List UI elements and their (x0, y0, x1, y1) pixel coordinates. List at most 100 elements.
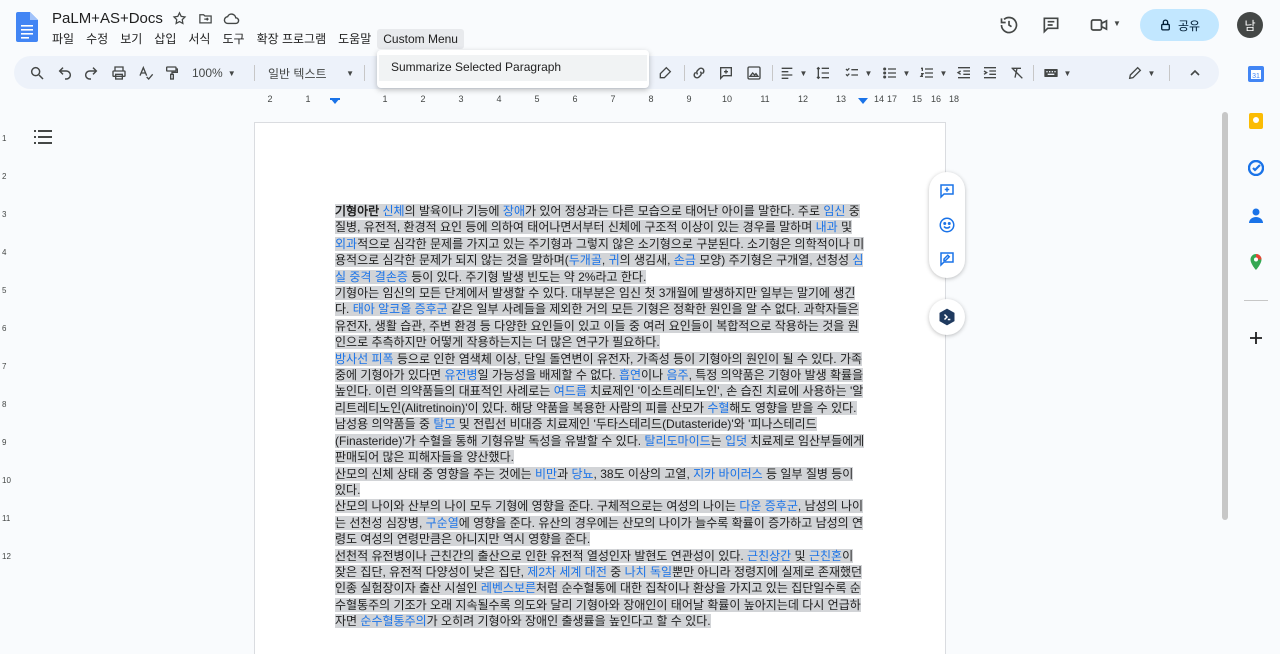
maps-icon[interactable] (1248, 254, 1264, 270)
move-folder-icon[interactable] (197, 9, 215, 27)
star-icon[interactable] (171, 9, 189, 27)
right-indent-marker-icon[interactable] (858, 98, 868, 106)
hide-menus-icon[interactable] (1186, 63, 1204, 83)
horizontal-ruler[interactable]: 2 1 1 2 3 4 5 6 7 8 9 10 11 12 13 14 15 … (14, 92, 1219, 108)
comments-icon[interactable] (1041, 15, 1061, 35)
selected-text[interactable]: 기형아란 신체의 발육이나 기능에 장애가 있어 정상과는 다른 모습으로 태어… (335, 204, 865, 284)
numbered-list-select[interactable]: ▼ (918, 63, 948, 83)
spellcheck-icon[interactable] (137, 63, 155, 83)
hyperlink[interactable]: 탈리도마이드 (644, 434, 710, 448)
paragraph[interactable]: 방사선 피폭 등으로 인한 염색체 이상, 단일 돌연변이 유전자, 가족성 등… (335, 351, 865, 466)
menu-extensions[interactable]: 확장 프로그램 (251, 29, 333, 49)
paint-format-icon[interactable] (163, 63, 181, 83)
hyperlink[interactable]: 임신 (823, 204, 845, 218)
hyperlink[interactable]: 나치 독일 (625, 565, 673, 579)
menu-edit[interactable]: 수정 (80, 29, 114, 49)
hyperlink[interactable]: 근친혼 (809, 549, 842, 563)
document-page[interactable]: 기형아란 신체의 발육이나 기능에 장애가 있어 정상과는 다른 모습으로 태어… (254, 122, 946, 654)
menu-help[interactable]: 도움말 (332, 29, 377, 49)
menu-view[interactable]: 보기 (114, 29, 148, 49)
hyperlink[interactable]: 당뇨 (571, 467, 593, 481)
contacts-icon[interactable] (1248, 207, 1264, 223)
left-indent-marker-icon[interactable] (330, 98, 340, 106)
selected-text[interactable]: 방사선 피폭 등으로 인한 염색체 이상, 단일 돌연변이 유전자, 가족성 등… (335, 351, 865, 465)
hyperlink[interactable]: 순수혈통주의 (360, 614, 426, 628)
avatar[interactable]: 남 (1237, 12, 1263, 38)
hyperlink[interactable]: 탈모 (433, 417, 455, 431)
meet-icon[interactable] (1088, 15, 1110, 35)
get-addons-icon[interactable] (1248, 330, 1264, 346)
hyperlink[interactable]: 입덧 (725, 434, 747, 448)
editing-mode-select[interactable]: ▼ (1126, 63, 1156, 83)
share-button[interactable]: 공유 (1140, 9, 1219, 41)
add-comment-icon[interactable] (938, 182, 956, 200)
document-title[interactable]: PaLM+AS+Docs (52, 10, 163, 27)
menu-format[interactable]: 서식 (182, 29, 216, 49)
highlight-color-icon[interactable] (656, 63, 674, 83)
hyperlink[interactable]: 수혈 (707, 401, 729, 415)
suggest-edits-icon[interactable] (938, 250, 956, 268)
hyperlink[interactable]: 신체 (383, 204, 405, 218)
align-select[interactable]: ▼ (778, 63, 808, 83)
clear-formatting-icon[interactable] (1008, 63, 1026, 83)
hyperlink[interactable]: 비만 (535, 467, 557, 481)
increase-indent-icon[interactable] (981, 63, 999, 83)
hyperlink[interactable]: 근친상간 (747, 549, 791, 563)
selected-text[interactable]: 기형아는 임신의 모든 단계에서 발생할 수 있다. 대부분은 임신 첫 3개월… (335, 286, 859, 350)
hyperlink[interactable]: 장애 (503, 204, 525, 218)
hyperlink[interactable]: 다운 증후군 (739, 499, 798, 513)
zoom-select[interactable]: 100% ▼ (192, 63, 248, 83)
menu-item-summarize[interactable]: Summarize Selected Paragraph (379, 55, 647, 81)
keep-icon[interactable] (1248, 113, 1264, 129)
version-history-icon[interactable] (999, 15, 1019, 35)
hyperlink[interactable]: 손금 (674, 253, 696, 267)
hyperlink[interactable]: 구순열 (426, 516, 459, 530)
meet-dropdown-icon[interactable]: ▼ (1113, 19, 1121, 28)
menu-custom[interactable]: Custom Menu (377, 29, 464, 49)
paragraph[interactable]: 산모의 나이와 산부의 나이 모두 기형에 영향을 준다. 구체적으로는 여성의… (335, 498, 865, 547)
selected-text[interactable]: 산모의 나이와 산부의 나이 모두 기형에 영향을 준다. 구체적으로는 여성의… (335, 499, 864, 547)
add-comment-icon[interactable] (717, 63, 735, 83)
hyperlink[interactable]: 태아 알코올 증후군 (353, 302, 448, 316)
menu-file[interactable]: 파일 (46, 29, 80, 49)
redo-icon[interactable] (82, 63, 100, 83)
checklist-select[interactable]: ▼ (843, 63, 873, 83)
hyperlink[interactable]: 지카 바이러스 (693, 467, 763, 481)
insert-image-icon[interactable] (745, 63, 763, 83)
hyperlink[interactable]: 방사선 피폭 (335, 352, 394, 366)
decrease-indent-icon[interactable] (955, 63, 973, 83)
paragraph[interactable]: 기형아는 임신의 모든 단계에서 발생할 수 있다. 대부분은 임신 첫 3개월… (335, 285, 865, 351)
calendar-icon[interactable]: 31 (1248, 66, 1264, 82)
cloud-saved-icon[interactable] (223, 9, 241, 27)
print-icon[interactable] (110, 63, 128, 83)
paragraph[interactable]: 기형아란 신체의 발육이나 기능에 장애가 있어 정상과는 다른 모습으로 태어… (335, 203, 865, 285)
menu-tools[interactable]: 도구 (216, 29, 250, 49)
document-outline-icon[interactable] (34, 129, 52, 145)
hyperlink[interactable]: 유전병 (444, 368, 477, 382)
hyperlink[interactable]: 레벤스보른 (481, 581, 536, 595)
input-tools-select[interactable]: ▼ (1041, 63, 1073, 83)
hyperlink[interactable]: 제2차 세계 대전 (527, 565, 607, 579)
selected-text[interactable]: 선천적 유전병이나 근친간의 출산으로 인한 유전적 열성인자 발현도 연관성이… (335, 548, 863, 629)
hyperlink[interactable]: 여드름 (554, 384, 587, 398)
vertical-ruler[interactable]: 1 2 3 4 5 6 7 8 9 10 11 12 (0, 108, 14, 654)
vertical-scrollbar[interactable] (1222, 112, 1228, 520)
hyperlink[interactable]: 음주 (666, 368, 688, 382)
selected-text[interactable]: 산모의 신체 상태 중 영향을 주는 것에는 비만과 당뇨, 38도 이상의 고… (335, 466, 854, 497)
paragraph[interactable]: 산모의 신체 상태 중 영향을 주는 것에는 비만과 당뇨, 38도 이상의 고… (335, 466, 865, 499)
add-emoji-reaction-icon[interactable] (938, 216, 956, 234)
bullet-list-select[interactable]: ▼ (881, 63, 911, 83)
hyperlink[interactable]: 귀 (609, 253, 620, 267)
hyperlink[interactable]: 외과 (335, 237, 357, 251)
tasks-icon[interactable] (1248, 160, 1264, 176)
insert-link-icon[interactable] (690, 63, 708, 83)
undo-icon[interactable] (56, 63, 74, 83)
document-body[interactable]: 기형아란 신체의 발육이나 기능에 장애가 있어 정상과는 다른 모습으로 태어… (335, 203, 865, 630)
line-spacing-icon[interactable] (814, 63, 832, 83)
paragraph-style-select[interactable]: 일반 텍스트 ▼ (268, 63, 354, 83)
hyperlink[interactable]: 내과 (816, 220, 838, 234)
hyperlink[interactable]: 두개골 (569, 253, 602, 267)
paragraph[interactable]: 선천적 유전병이나 근친간의 출산으로 인한 유전적 열성인자 발현도 연관성이… (335, 548, 865, 630)
menu-insert[interactable]: 삽입 (148, 29, 182, 49)
search-menus-icon[interactable] (28, 63, 46, 83)
